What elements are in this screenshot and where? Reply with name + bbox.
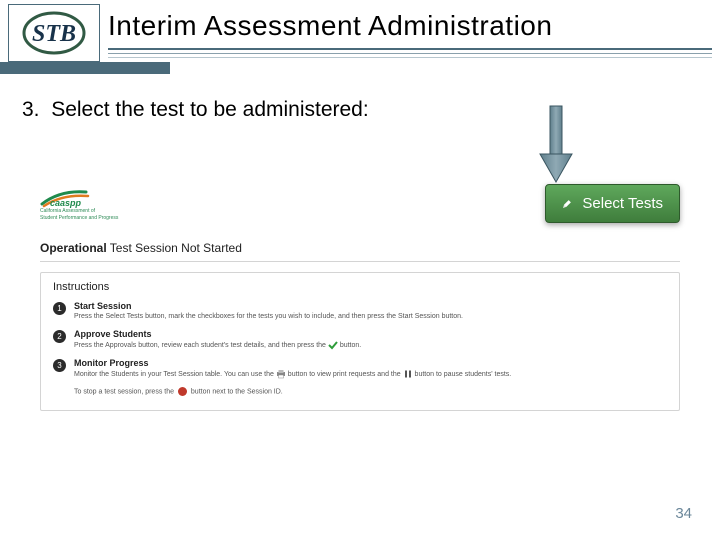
caaspp-tagline-2: Student Performance and Progress [40,216,120,222]
page-number: 34 [675,505,692,522]
session-status-rest: Test Session Not Started [107,241,242,255]
step-instruction: 3. Select the test to be administered: [22,98,698,122]
instruction-title-2: Approve Students [74,329,361,339]
pointer-arrow [536,104,576,191]
instruction-desc-1: Press the Select Tests button, mark the … [74,312,463,321]
instruction-desc-3: Monitor the Students in your Test Sessio… [74,369,511,379]
print-icon [276,369,286,379]
checkmark-icon [328,340,338,350]
accent-bar [0,62,170,74]
step-badge-3: 3 [53,359,66,372]
instruction-desc-2: Press the Approvals button, review each … [74,340,361,350]
instructions-panel: Instructions 1 Start Session Press the S… [40,272,680,411]
pencil-icon [562,199,572,209]
stb-logo: STB [8,4,100,62]
step-badge-1: 1 [53,302,66,315]
instruction-row-2: 2 Approve Students Press the Approvals b… [53,329,667,350]
embedded-screenshot: caaspp California Assessment of Student … [40,184,680,411]
instruction-title-3: Monitor Progress [74,358,511,368]
divider [40,261,680,262]
step-text: Select the test to be administered: [51,98,369,121]
instruction-row-1: 1 Start Session Press the Select Tests b… [53,301,667,321]
session-status: Operational Test Session Not Started [40,241,680,255]
instruction-title-1: Start Session [74,301,463,311]
instruction-row-3: 3 Monitor Progress Monitor the Students … [53,358,667,379]
select-tests-button[interactable]: Select Tests [545,184,680,223]
caaspp-logo: caaspp California Assessment of Student … [40,186,120,221]
instructions-heading: Instructions [53,281,667,293]
slide-title: Interim Assessment Administration [108,10,712,42]
stop-icon [178,387,187,396]
session-status-bold: Operational [40,241,107,255]
caaspp-tagline-1: California Assessment of [40,209,120,215]
pause-icon [403,369,413,379]
select-tests-label: Select Tests [582,195,663,212]
svg-text:caaspp: caaspp [50,198,82,208]
svg-text:STB: STB [32,21,76,47]
step-number: 3. [22,98,40,121]
stop-session-note: To stop a test session, press the button… [53,387,667,396]
step-badge-2: 2 [53,330,66,343]
title-underline [108,48,712,58]
